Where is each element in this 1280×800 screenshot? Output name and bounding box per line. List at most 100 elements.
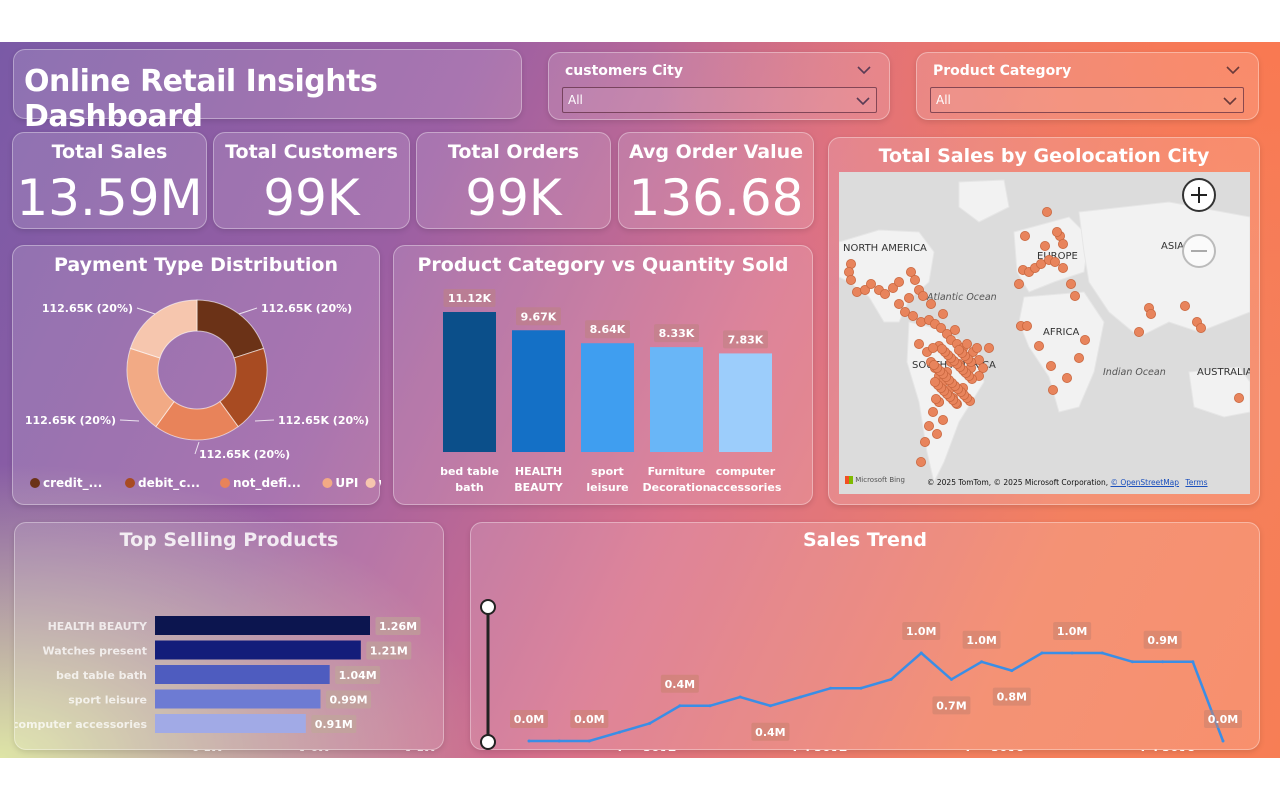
series-point[interactable]	[949, 677, 953, 681]
map-city-marker[interactable]	[954, 344, 965, 355]
map-city-marker[interactable]	[1057, 239, 1068, 250]
map-city-marker[interactable]	[908, 310, 919, 321]
sales-map[interactable]: NORTH AMERICA EUROPE ASIA AFRICA Atlantic Oc…	[839, 172, 1250, 494]
series-point[interactable]	[1100, 651, 1104, 655]
series-point[interactable]	[919, 651, 923, 655]
chevron-down-icon[interactable]	[1226, 65, 1240, 75]
map-city-marker[interactable]	[971, 342, 982, 353]
series-point[interactable]	[678, 704, 682, 708]
series-point[interactable]	[1221, 739, 1225, 743]
map-city-marker[interactable]	[1049, 257, 1060, 268]
map-city-marker[interactable]	[1051, 227, 1062, 238]
map-city-marker[interactable]	[920, 436, 931, 447]
map-city-marker[interactable]	[1039, 241, 1050, 252]
chevron-down-icon[interactable]	[857, 65, 871, 75]
map-city-marker[interactable]	[918, 291, 929, 302]
map-city-marker[interactable]	[930, 376, 941, 387]
map-city-marker[interactable]	[1079, 334, 1090, 345]
series-point[interactable]	[1040, 651, 1044, 655]
series-point[interactable]	[708, 704, 712, 708]
map-city-marker[interactable]	[914, 338, 925, 349]
bar[interactable]	[155, 714, 306, 733]
map-city-marker[interactable]	[1057, 263, 1068, 274]
map-city-marker[interactable]	[846, 275, 856, 286]
zoom-out-button[interactable]	[1182, 234, 1216, 268]
map-city-marker[interactable]	[1133, 326, 1144, 337]
map-city-marker[interactable]	[924, 420, 935, 431]
bar[interactable]	[512, 330, 565, 452]
map-city-marker[interactable]	[894, 299, 905, 310]
terms-link[interactable]: Terms	[1185, 478, 1207, 487]
map-city-marker[interactable]	[916, 456, 927, 467]
map-city-marker[interactable]	[1021, 320, 1032, 331]
map-city-marker[interactable]	[1019, 231, 1030, 242]
map-city-marker[interactable]	[962, 338, 973, 349]
map-city-marker[interactable]	[937, 343, 948, 354]
map-city-marker[interactable]	[928, 342, 939, 353]
series-point[interactable]	[768, 704, 772, 708]
map-city-marker[interactable]	[865, 279, 876, 290]
bar[interactable]	[155, 665, 330, 684]
series-point[interactable]	[889, 677, 893, 681]
map-city-marker[interactable]	[1065, 279, 1076, 290]
map-city-marker[interactable]	[926, 299, 937, 310]
map-city-marker[interactable]	[894, 277, 905, 288]
series-point[interactable]	[648, 721, 652, 725]
series-point[interactable]	[980, 660, 984, 664]
bar[interactable]	[719, 353, 772, 452]
map-city-marker[interactable]	[931, 393, 942, 404]
map-city-marker[interactable]	[1041, 207, 1052, 218]
world-map[interactable]: NORTH AMERICAEUROPEASIAAFRICAAtlantic Oc…	[839, 172, 1250, 494]
vertical-slider-handle-max[interactable]	[480, 599, 496, 615]
series-point[interactable]	[618, 730, 622, 734]
bar[interactable]	[650, 347, 703, 452]
map-city-marker[interactable]	[1069, 291, 1080, 302]
zoom-in-button[interactable]	[1182, 178, 1216, 212]
city-dropdown[interactable]: All	[562, 87, 877, 113]
map-city-marker[interactable]	[1045, 360, 1056, 371]
vertical-slider-handle-min[interactable]	[480, 734, 496, 750]
map-city-marker[interactable]	[1179, 300, 1190, 311]
category-dropdown[interactable]: All	[930, 87, 1244, 113]
series-point[interactable]	[1161, 660, 1165, 664]
map-city-marker[interactable]	[932, 428, 943, 439]
bar[interactable]	[155, 640, 361, 660]
map-city-marker[interactable]	[983, 342, 994, 353]
map-city-marker[interactable]	[904, 293, 915, 304]
series-point[interactable]	[1070, 651, 1074, 655]
map-city-marker[interactable]	[910, 275, 921, 286]
series-point[interactable]	[1191, 660, 1195, 664]
series-point[interactable]	[1130, 660, 1134, 664]
category-filter[interactable]: Product Category All	[916, 52, 1259, 120]
bar[interactable]	[581, 343, 634, 452]
series-point[interactable]	[527, 739, 531, 743]
map-city-marker[interactable]	[938, 308, 949, 319]
map-city-marker[interactable]	[938, 414, 949, 425]
chevron-down-icon[interactable]	[1223, 96, 1237, 106]
city-filter[interactable]: customers City All	[548, 52, 890, 120]
series-point[interactable]	[738, 695, 742, 699]
series-point[interactable]	[1010, 669, 1014, 673]
map-city-marker[interactable]	[1233, 392, 1244, 403]
bar[interactable]	[155, 689, 321, 709]
series-point[interactable]	[859, 686, 863, 690]
map-city-marker[interactable]	[880, 289, 891, 300]
map-city-marker[interactable]	[1047, 384, 1058, 395]
series-point[interactable]	[829, 686, 833, 690]
map-city-marker[interactable]	[1195, 322, 1206, 333]
bar[interactable]	[443, 312, 496, 452]
series-point[interactable]	[557, 739, 561, 743]
series-point[interactable]	[587, 739, 591, 743]
map-city-marker[interactable]	[1145, 308, 1156, 319]
series-point[interactable]	[799, 695, 803, 699]
map-city-marker[interactable]	[1033, 340, 1044, 351]
openstreetmap-link[interactable]: © OpenStreetMap	[1110, 478, 1179, 487]
map-city-marker[interactable]	[929, 359, 940, 370]
map-city-marker[interactable]	[950, 324, 961, 335]
map-city-marker[interactable]	[928, 406, 939, 417]
map-city-marker[interactable]	[1061, 372, 1072, 383]
bar[interactable]	[155, 616, 370, 635]
chevron-down-icon[interactable]	[856, 96, 870, 106]
map-city-marker[interactable]	[1073, 352, 1084, 363]
map-city-marker[interactable]	[1013, 279, 1024, 290]
